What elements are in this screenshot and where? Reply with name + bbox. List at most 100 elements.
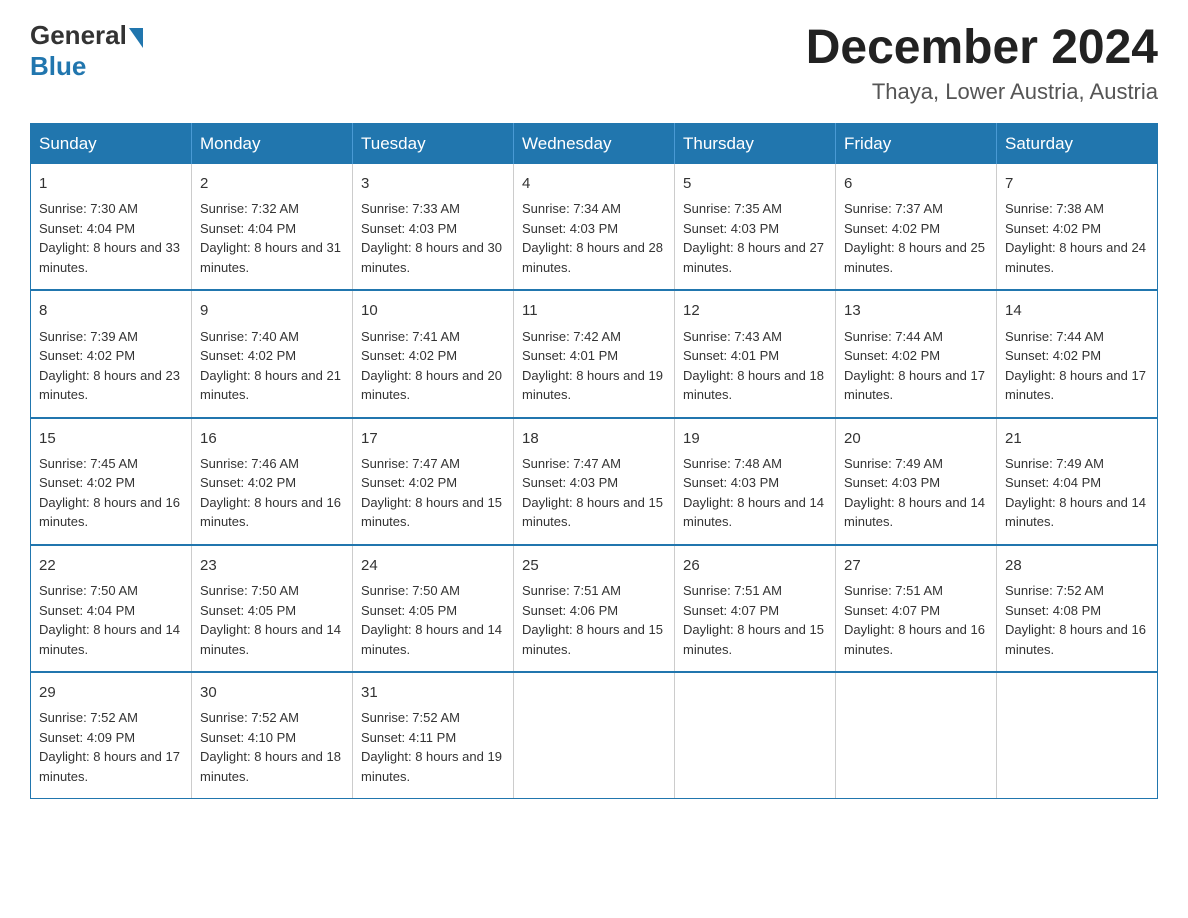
week-row-5: 29Sunrise: 7:52 AMSunset: 4:09 PMDayligh… <box>31 672 1158 799</box>
day-info: Sunrise: 7:52 AMSunset: 4:08 PMDaylight:… <box>1005 581 1149 659</box>
day-number: 31 <box>361 681 505 704</box>
day-number: 22 <box>39 554 183 577</box>
calendar-cell: 20 Sunrise: 7:49 AMSunset: 4:03 PMDayligh… <box>836 418 997 545</box>
day-info: Sunrise: 7:41 AMSunset: 4:02 PMDaylight:… <box>361 327 505 405</box>
calendar-cell: 3 Sunrise: 7:33 AMSunset: 4:03 PMDaylight… <box>353 164 514 290</box>
calendar-cell: 14Sunrise: 7:44 AMSunset: 4:02 PMDayligh… <box>997 290 1158 417</box>
day-info: Sunrise: 7:51 AMSunset: 4:07 PMDaylight:… <box>844 581 988 659</box>
day-info: Sunrise: 7:40 AMSunset: 4:02 PMDaylight:… <box>200 327 344 405</box>
logo-triangle-icon <box>129 28 143 48</box>
day-info: Sunrise: 7:45 AMSunset: 4:02 PMDaylight:… <box>39 454 183 532</box>
day-number: 14 <box>1005 299 1149 322</box>
day-number: 16 <box>200 427 344 450</box>
day-number: 18 <box>522 427 666 450</box>
day-info: Sunrise: 7:50 AMSunset: 4:05 PMDaylight:… <box>361 581 505 659</box>
day-info: Sunrise: 7:34 AMSunset: 4:03 PMDaylight:… <box>522 199 666 277</box>
day-number: 27 <box>844 554 988 577</box>
day-number: 13 <box>844 299 988 322</box>
day-info: Sunrise: 7:51 AMSunset: 4:07 PMDaylight:… <box>683 581 827 659</box>
day-info: Sunrise: 7:42 AMSunset: 4:01 PMDaylight:… <box>522 327 666 405</box>
page-header: General Blue December 2024 Thaya, Lower … <box>30 20 1158 105</box>
calendar-cell: 8Sunrise: 7:39 AMSunset: 4:02 PMDaylight… <box>31 290 192 417</box>
day-number: 30 <box>200 681 344 704</box>
logo: General Blue <box>30 20 145 82</box>
calendar-cell <box>675 672 836 799</box>
calendar-cell: 13 Sunrise: 7:44 AMSunset: 4:02 PMDayligh… <box>836 290 997 417</box>
weekday-header-row: SundayMondayTuesdayWednesdayThursdayFrid… <box>31 124 1158 165</box>
day-number: 20 <box>844 427 988 450</box>
calendar-table: SundayMondayTuesdayWednesdayThursdayFrid… <box>30 123 1158 799</box>
day-number: 23 <box>200 554 344 577</box>
calendar-cell: 25 Sunrise: 7:51 AMSunset: 4:06 PMDayligh… <box>514 545 675 672</box>
calendar-cell: 9 Sunrise: 7:40 AMSunset: 4:02 PMDaylight… <box>192 290 353 417</box>
day-info: Sunrise: 7:38 AMSunset: 4:02 PMDaylight:… <box>1005 199 1149 277</box>
day-number: 24 <box>361 554 505 577</box>
day-info: Sunrise: 7:44 AMSunset: 4:02 PMDaylight:… <box>844 327 988 405</box>
day-info: Sunrise: 7:46 AMSunset: 4:02 PMDaylight:… <box>200 454 344 532</box>
calendar-cell: 29Sunrise: 7:52 AMSunset: 4:09 PMDayligh… <box>31 672 192 799</box>
day-info: Sunrise: 7:52 AMSunset: 4:10 PMDaylight:… <box>200 708 344 786</box>
day-info: Sunrise: 7:51 AMSunset: 4:06 PMDaylight:… <box>522 581 666 659</box>
day-info: Sunrise: 7:48 AMSunset: 4:03 PMDaylight:… <box>683 454 827 532</box>
calendar-cell: 5 Sunrise: 7:35 AMSunset: 4:03 PMDaylight… <box>675 164 836 290</box>
calendar-cell: 6Sunrise: 7:37 AMSunset: 4:02 PMDaylight… <box>836 164 997 290</box>
day-info: Sunrise: 7:32 AMSunset: 4:04 PMDaylight:… <box>200 199 344 277</box>
weekday-header-thursday: Thursday <box>675 124 836 165</box>
calendar-cell: 11 Sunrise: 7:42 AMSunset: 4:01 PMDayligh… <box>514 290 675 417</box>
day-number: 8 <box>39 299 183 322</box>
calendar-cell: 21 Sunrise: 7:49 AMSunset: 4:04 PMDayligh… <box>997 418 1158 545</box>
day-number: 19 <box>683 427 827 450</box>
weekday-header-saturday: Saturday <box>997 124 1158 165</box>
day-number: 11 <box>522 299 666 322</box>
calendar-cell: 24 Sunrise: 7:50 AMSunset: 4:05 PMDayligh… <box>353 545 514 672</box>
calendar-cell: 15 Sunrise: 7:45 AMSunset: 4:02 PMDayligh… <box>31 418 192 545</box>
calendar-cell: 2 Sunrise: 7:32 AMSunset: 4:04 PMDaylight… <box>192 164 353 290</box>
day-number: 25 <box>522 554 666 577</box>
calendar-cell: 17 Sunrise: 7:47 AMSunset: 4:02 PMDayligh… <box>353 418 514 545</box>
day-number: 6 <box>844 172 988 195</box>
calendar-cell <box>836 672 997 799</box>
weekday-header-sunday: Sunday <box>31 124 192 165</box>
day-number: 29 <box>39 681 183 704</box>
day-info: Sunrise: 7:49 AMSunset: 4:03 PMDaylight:… <box>844 454 988 532</box>
calendar-cell: 18 Sunrise: 7:47 AMSunset: 4:03 PMDayligh… <box>514 418 675 545</box>
day-number: 12 <box>683 299 827 322</box>
calendar-cell: 28 Sunrise: 7:52 AMSunset: 4:08 PMDayligh… <box>997 545 1158 672</box>
calendar-cell <box>514 672 675 799</box>
calendar-cell: 4Sunrise: 7:34 AMSunset: 4:03 PMDaylight… <box>514 164 675 290</box>
calendar-cell: 1 Sunrise: 7:30 AMSunset: 4:04 PMDaylight… <box>31 164 192 290</box>
day-info: Sunrise: 7:30 AMSunset: 4:04 PMDaylight:… <box>39 199 183 277</box>
day-number: 5 <box>683 172 827 195</box>
logo-general-text: General <box>30 20 127 51</box>
day-info: Sunrise: 7:52 AMSunset: 4:11 PMDaylight:… <box>361 708 505 786</box>
day-info: Sunrise: 7:35 AMSunset: 4:03 PMDaylight:… <box>683 199 827 277</box>
day-number: 17 <box>361 427 505 450</box>
calendar-cell: 27 Sunrise: 7:51 AMSunset: 4:07 PMDayligh… <box>836 545 997 672</box>
day-number: 21 <box>1005 427 1149 450</box>
week-row-2: 8Sunrise: 7:39 AMSunset: 4:02 PMDaylight… <box>31 290 1158 417</box>
day-number: 15 <box>39 427 183 450</box>
week-row-1: 1 Sunrise: 7:30 AMSunset: 4:04 PMDaylight… <box>31 164 1158 290</box>
calendar-cell: 26Sunrise: 7:51 AMSunset: 4:07 PMDayligh… <box>675 545 836 672</box>
day-number: 2 <box>200 172 344 195</box>
day-info: Sunrise: 7:50 AMSunset: 4:04 PMDaylight:… <box>39 581 183 659</box>
day-info: Sunrise: 7:47 AMSunset: 4:02 PMDaylight:… <box>361 454 505 532</box>
calendar-cell: 7 Sunrise: 7:38 AMSunset: 4:02 PMDaylight… <box>997 164 1158 290</box>
calendar-cell <box>997 672 1158 799</box>
day-number: 9 <box>200 299 344 322</box>
title-section: December 2024 Thaya, Lower Austria, Aust… <box>806 20 1158 105</box>
day-info: Sunrise: 7:47 AMSunset: 4:03 PMDaylight:… <box>522 454 666 532</box>
day-number: 3 <box>361 172 505 195</box>
day-number: 1 <box>39 172 183 195</box>
day-number: 7 <box>1005 172 1149 195</box>
calendar-cell: 31 Sunrise: 7:52 AMSunset: 4:11 PMDayligh… <box>353 672 514 799</box>
logo-blue-text: Blue <box>30 51 86 82</box>
calendar-cell: 16 Sunrise: 7:46 AMSunset: 4:02 PMDayligh… <box>192 418 353 545</box>
weekday-header-tuesday: Tuesday <box>353 124 514 165</box>
week-row-3: 15 Sunrise: 7:45 AMSunset: 4:02 PMDayligh… <box>31 418 1158 545</box>
day-number: 28 <box>1005 554 1149 577</box>
calendar-cell: 23Sunrise: 7:50 AMSunset: 4:05 PMDayligh… <box>192 545 353 672</box>
month-title: December 2024 <box>806 20 1158 75</box>
day-info: Sunrise: 7:49 AMSunset: 4:04 PMDaylight:… <box>1005 454 1149 532</box>
day-info: Sunrise: 7:33 AMSunset: 4:03 PMDaylight:… <box>361 199 505 277</box>
